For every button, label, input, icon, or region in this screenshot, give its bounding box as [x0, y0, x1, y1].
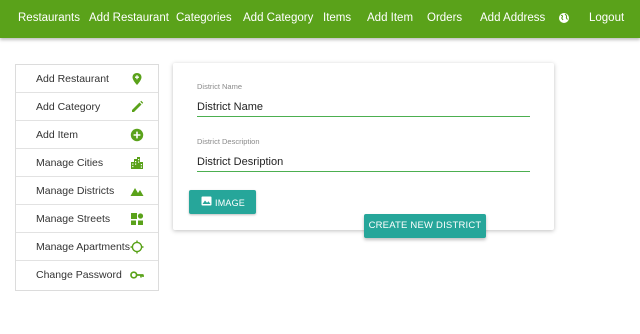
sidebar-item-label: Manage Apartments	[36, 241, 130, 253]
nav-restaurants[interactable]: Restaurants	[18, 0, 80, 36]
district-description-input[interactable]	[197, 152, 530, 172]
sidebar-item-label: Manage Streets	[36, 213, 111, 225]
sidebar-item-label: Manage Districts	[36, 185, 115, 197]
sidebar-item-add-item[interactable]: Add Item	[16, 121, 158, 149]
nav-add-item[interactable]: Add Item	[367, 0, 413, 36]
city-icon	[131, 157, 143, 169]
plus-circle-icon	[130, 128, 144, 142]
district-name-input[interactable]	[197, 97, 530, 117]
sidebar-item-label: Add Item	[36, 129, 79, 141]
sidebar-item-manage-streets[interactable]: Manage Streets	[16, 205, 158, 233]
district-description-label: District Description	[197, 137, 260, 146]
image-button-label: IMAGE	[215, 198, 246, 208]
sidebar-item-manage-cities[interactable]: Manage Cities	[16, 149, 158, 177]
terrain-icon	[130, 188, 144, 196]
sidebar-item-add-restaurant[interactable]: Add Restaurant	[16, 65, 158, 93]
sidebar-item-label: Add Category	[36, 101, 101, 113]
nav-add-category[interactable]: Add Category	[243, 0, 313, 36]
image-icon	[201, 196, 212, 206]
nav-logout[interactable]: Logout	[589, 0, 624, 36]
crosshair-icon	[130, 240, 144, 254]
sidebar-item-add-category[interactable]: Add Category	[16, 93, 158, 121]
nav-orders[interactable]: Orders	[427, 0, 462, 36]
pencil-icon	[132, 100, 144, 112]
sidebar-item-label: Change Password	[36, 269, 122, 281]
sidebar-item-manage-districts[interactable]: Manage Districts	[16, 177, 158, 205]
create-new-district-button[interactable]: CREATE NEW DISTRICT	[364, 214, 486, 238]
district-form-card: District Name District Description IMAGE	[173, 63, 554, 230]
sidebar-item-change-password[interactable]: Change Password	[16, 261, 158, 289]
sidebar-item-label: Add Restaurant	[36, 73, 109, 85]
image-upload-button[interactable]: IMAGE	[189, 190, 256, 214]
sidebar-menu: Add Restaurant Add Category Add Item Man…	[15, 64, 159, 291]
nav-add-address[interactable]: Add Address	[480, 0, 545, 36]
nav-add-restaurant[interactable]: Add Restaurant	[89, 0, 169, 36]
district-name-label: District Name	[197, 82, 243, 91]
nav-items[interactable]: Items	[323, 0, 351, 36]
globe-icon[interactable]	[558, 12, 570, 24]
nav-categories[interactable]: Categories	[176, 0, 232, 36]
sidebar-item-label: Manage Cities	[36, 157, 104, 169]
location-pin-add-icon	[132, 73, 142, 85]
top-navbar: Restaurants Add Restaurant Categories Ad…	[0, 0, 640, 38]
sidebar-item-manage-apartments[interactable]: Manage Apartments	[16, 233, 158, 261]
streets-icon	[131, 213, 144, 225]
key-icon	[130, 271, 144, 279]
